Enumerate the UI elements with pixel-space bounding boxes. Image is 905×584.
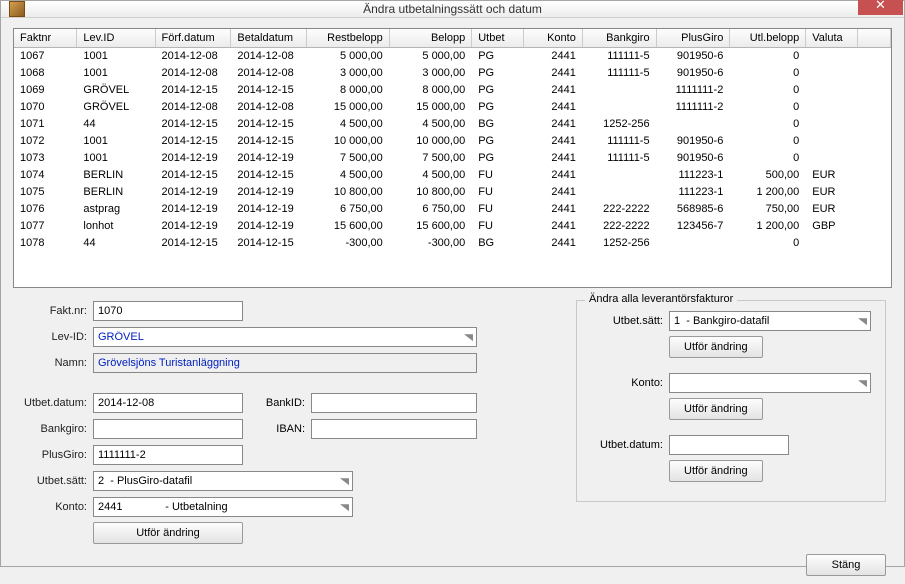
table-row[interactable]: 107310012014-12-192014-12-197 500,007 50…: [14, 150, 891, 167]
utbetsatt-label: Utbet.sätt:: [19, 475, 93, 487]
invoice-grid[interactable]: FaktnrLev.IDFörf.datumBetaldatumRestbelo…: [13, 28, 892, 288]
close-button[interactable]: Stäng: [806, 554, 886, 576]
bulk-konto-field[interactable]: [669, 373, 871, 393]
konto-field[interactable]: [93, 497, 353, 517]
faktnr-label: Fakt.nr:: [19, 305, 93, 317]
levid-label: Lev-ID:: [19, 331, 93, 343]
bulk-apply-utbetsatt-button[interactable]: Utför ändring: [669, 336, 763, 358]
close-icon[interactable]: ✕: [858, 0, 903, 15]
table-row[interactable]: 1074BERLIN2014-12-152014-12-154 500,004 …: [14, 167, 891, 184]
bulk-konto-label: Konto:: [591, 377, 669, 389]
table-row[interactable]: 107210012014-12-152014-12-1510 000,0010 …: [14, 133, 891, 150]
window: Ändra utbetalningssätt och datum ✕ Faktn…: [0, 0, 905, 567]
table-row[interactable]: 1077lonhot2014-12-192014-12-1915 600,001…: [14, 218, 891, 235]
bankgiro-field[interactable]: [93, 419, 243, 439]
bankid-label: BankID:: [253, 397, 311, 409]
titlebar: Ändra utbetalningssätt och datum ✕: [1, 1, 904, 18]
content: FaktnrLev.IDFörf.datumBetaldatumRestbelo…: [1, 18, 904, 584]
col-header[interactable]: Konto: [524, 29, 583, 48]
detail-form: Fakt.nr: Lev-ID: ◥ Namn: Utbet.datum:: [19, 300, 556, 548]
lower-panels: Fakt.nr: Lev-ID: ◥ Namn: Utbet.datum:: [13, 296, 892, 548]
window-title: Ändra utbetalningssätt och datum: [1, 2, 904, 16]
iban-label: IBAN:: [253, 423, 311, 435]
bulk-utbetdatum-field[interactable]: [669, 435, 789, 455]
table-row[interactable]: 1075BERLIN2014-12-192014-12-1910 800,001…: [14, 184, 891, 201]
bulk-apply-konto-button[interactable]: Utför ändring: [669, 398, 763, 420]
table-row[interactable]: 1071442014-12-152014-12-154 500,004 500,…: [14, 116, 891, 133]
table-row[interactable]: 1069GRÖVEL2014-12-152014-12-158 000,008 …: [14, 82, 891, 99]
bulk-legend: Ändra alla leverantörsfakturor: [585, 293, 737, 305]
bulk-utbetsatt-field[interactable]: [669, 311, 871, 331]
apply-change-button[interactable]: Utför ändring: [93, 522, 243, 544]
col-header[interactable]: Förf.datum: [155, 29, 231, 48]
col-header[interactable]: Bankgiro: [582, 29, 656, 48]
col-header[interactable]: Lev.ID: [77, 29, 155, 48]
bulk-utbetsatt-label: Utbet.sätt:: [591, 315, 669, 327]
iban-field[interactable]: [311, 419, 477, 439]
bulk-apply-utbetdatum-button[interactable]: Utför ändring: [669, 460, 763, 482]
col-header[interactable]: Faktnr: [14, 29, 77, 48]
utbetsatt-field[interactable]: [93, 471, 353, 491]
col-header[interactable]: Utbet: [472, 29, 524, 48]
levid-field[interactable]: [93, 327, 477, 347]
table-row[interactable]: 106810012014-12-082014-12-083 000,003 00…: [14, 65, 891, 82]
utbetdatum-label: Utbet.datum:: [19, 397, 93, 409]
table-row[interactable]: 1076astprag2014-12-192014-12-196 750,006…: [14, 201, 891, 218]
faktnr-field[interactable]: [93, 301, 243, 321]
namn-label: Namn:: [19, 357, 93, 369]
bankgiro-label: Bankgiro:: [19, 423, 93, 435]
close-glyph: ✕: [875, 0, 886, 13]
col-header[interactable]: PlusGiro: [656, 29, 730, 48]
col-header[interactable]: Valuta: [806, 29, 858, 48]
table-row[interactable]: 106710012014-12-082014-12-085 000,005 00…: [14, 48, 891, 65]
table-row[interactable]: 1070GRÖVEL2014-12-082014-12-0815 000,001…: [14, 99, 891, 116]
col-header[interactable]: Utl.belopp: [730, 29, 806, 48]
col-header[interactable]: Belopp: [389, 29, 471, 48]
konto-label: Konto:: [19, 501, 93, 513]
bulk-change-panel: Ändra alla leverantörsfakturor Utbet.sät…: [576, 300, 886, 548]
col-header[interactable]: Restbelopp: [307, 29, 389, 48]
plusgiro-field[interactable]: [93, 445, 243, 465]
plusgiro-label: PlusGiro:: [19, 449, 93, 461]
col-header[interactable]: Betaldatum: [231, 29, 307, 48]
bulk-utbetdatum-label: Utbet.datum:: [591, 439, 669, 451]
bankid-field[interactable]: [311, 393, 477, 413]
utbetdatum-field[interactable]: [93, 393, 243, 413]
invoice-table: FaktnrLev.IDFörf.datumBetaldatumRestbelo…: [14, 29, 891, 252]
app-icon: [9, 1, 25, 17]
table-row[interactable]: 1078442014-12-152014-12-15-300,00-300,00…: [14, 235, 891, 252]
namn-field: [93, 353, 477, 373]
bottom-row: Stäng: [13, 554, 892, 576]
bulk-fieldset: Ändra alla leverantörsfakturor Utbet.sät…: [576, 300, 886, 502]
